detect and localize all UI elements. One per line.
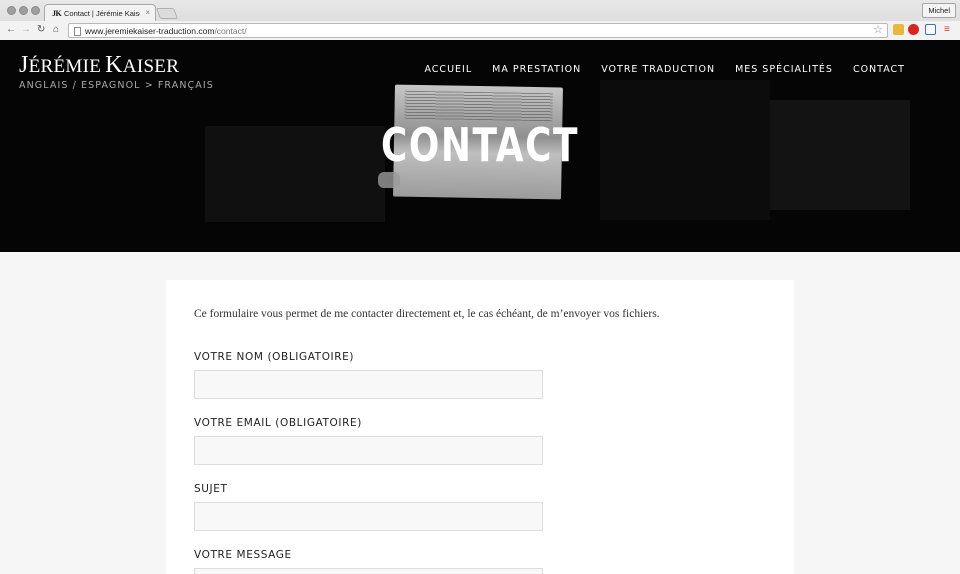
logo-name: JÉRÉMIE KAISER — [19, 52, 180, 78]
name-label: VOTRE NOM (OBLIGATOIRE) — [194, 351, 355, 363]
tab-close-icon[interactable]: × — [145, 8, 150, 17]
tab-strip: JK Contact | Jérémie Kaiser Tra × Michel — [0, 0, 960, 21]
new-tab-button[interactable] — [155, 8, 179, 19]
site-header: JÉRÉMIE KAISER ANGLAIS / ESPAGNOL > FRANÇ… — [0, 40, 960, 252]
main-content: Ce formulaire vous permet de me contacte… — [0, 252, 960, 574]
adblock-icon[interactable] — [908, 24, 919, 35]
site-logo[interactable]: JÉRÉMIE KAISER ANGLAIS / ESPAGNOL > FRANÇ… — [19, 53, 214, 91]
profile-button[interactable]: Michel — [922, 3, 956, 18]
zoom-window-icon[interactable] — [31, 6, 40, 15]
message-label: VOTRE MESSAGE — [194, 549, 292, 561]
nav-item-ma-prestation[interactable]: MA PRESTATION — [492, 64, 581, 75]
nav-item-votre-traduction[interactable]: VOTRE TRADUCTION — [601, 64, 715, 75]
back-arrow-icon[interactable]: ← — [6, 24, 16, 36]
subject-label: SUJET — [194, 483, 228, 495]
address-url[interactable]: www.jeremiekaiser-traduction.com/contact… — [85, 25, 247, 37]
hero-image-hand — [378, 172, 400, 188]
email-field[interactable] — [194, 436, 543, 465]
browser-toolbar: ← → ↻ ⌂ www.jeremiekaiser-traduction.com… — [0, 21, 960, 40]
page-icon — [74, 27, 81, 36]
name-field[interactable] — [194, 370, 543, 399]
main-nav: ACCUEIL MA PRESTATION VOTRE TRADUCTION M… — [424, 64, 905, 75]
url-domain: www.jeremiekaiser-traduction.com — [85, 26, 215, 36]
cast-icon[interactable] — [925, 24, 936, 35]
nav-item-mes-specialites[interactable]: MES SPÉCIALITÉS — [735, 64, 833, 75]
url-path: /contact/ — [214, 26, 247, 36]
page-title: CONTACT — [380, 118, 580, 172]
nav-item-contact[interactable]: CONTACT — [853, 64, 905, 75]
forward-arrow-icon[interactable]: → — [21, 24, 31, 36]
minimize-window-icon[interactable] — [19, 6, 28, 15]
contact-form-card: Ce formulaire vous permet de me contacte… — [166, 280, 794, 574]
site-favicon-icon: JK — [52, 9, 62, 18]
form-intro: Ce formulaire vous permet de me contacte… — [194, 308, 660, 320]
nav-item-accueil[interactable]: ACCUEIL — [424, 64, 472, 75]
browser-chrome: JK Contact | Jérémie Kaiser Tra × Michel… — [0, 0, 960, 40]
bookmark-star-icon[interactable]: ☆ — [873, 24, 883, 37]
extension-icon[interactable] — [893, 24, 904, 35]
email-label: VOTRE EMAIL (OBLIGATOIRE) — [194, 417, 362, 429]
tab-title: Contact | Jérémie Kaiser Tra — [64, 9, 140, 18]
address-bar[interactable]: www.jeremiekaiser-traduction.com/contact… — [68, 23, 888, 38]
reload-icon[interactable]: ↻ — [37, 24, 45, 36]
subject-field[interactable] — [194, 502, 543, 531]
message-field[interactable] — [194, 568, 543, 574]
home-icon[interactable]: ⌂ — [53, 24, 59, 36]
site-tagline: ANGLAIS / ESPAGNOL > FRANÇAIS — [19, 80, 214, 91]
close-window-icon[interactable] — [7, 6, 16, 15]
browser-tab[interactable]: JK Contact | Jérémie Kaiser Tra × — [44, 4, 156, 21]
menu-icon[interactable]: ≡ — [944, 24, 950, 36]
